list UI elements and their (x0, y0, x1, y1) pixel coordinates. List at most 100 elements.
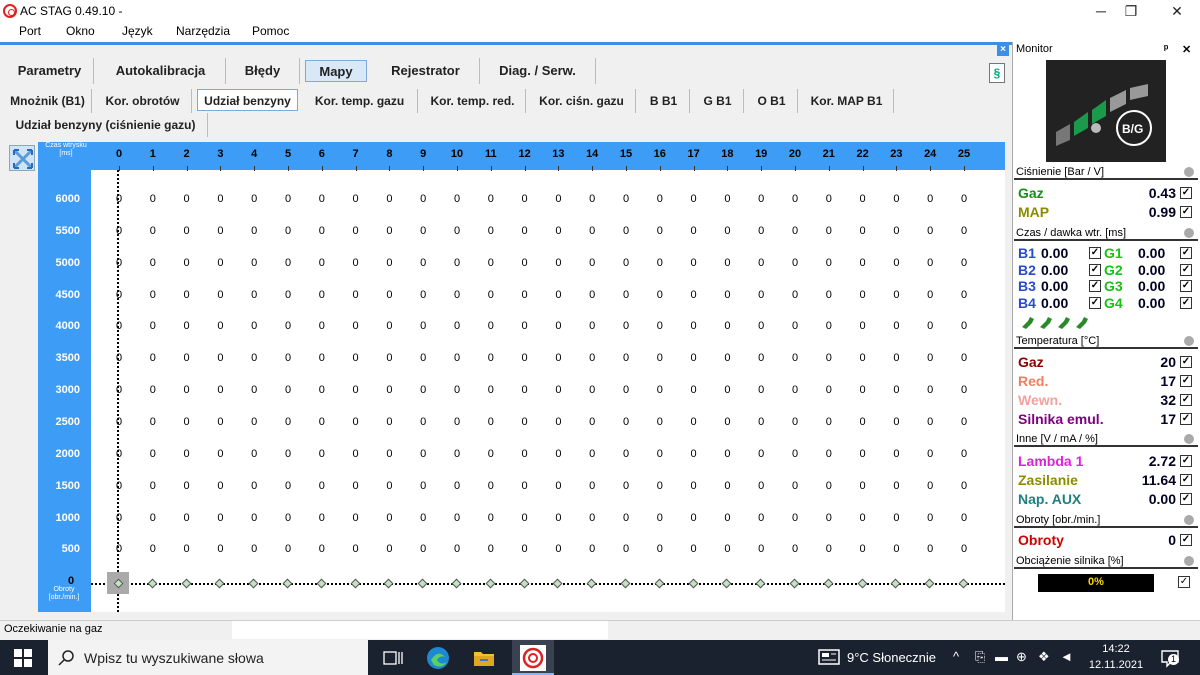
map-cell[interactable]: 0 (382, 543, 396, 555)
map-cell[interactable]: 0 (653, 289, 667, 301)
map-cell[interactable]: 0 (653, 320, 667, 332)
system-tray-icons[interactable]: ^ ⎘ ▬ ⊕ ❖ ◄ (953, 649, 1078, 667)
map-cell[interactable]: 0 (551, 257, 565, 269)
map-cell[interactable]: 0 (889, 448, 903, 460)
map-cell[interactable]: 0 (281, 543, 295, 555)
map-cell[interactable]: 0 (518, 384, 532, 396)
map-cell[interactable]: 0 (822, 512, 836, 524)
map-cell[interactable]: 0 (856, 448, 870, 460)
map-cell[interactable]: 0 (213, 352, 227, 364)
map-cell[interactable]: 0 (281, 448, 295, 460)
map-cell[interactable]: 0 (247, 480, 261, 492)
windows-start-icon[interactable] (14, 649, 32, 667)
tab-kor-obrotow[interactable]: Kor. obrotów (94, 89, 192, 113)
map-cell[interactable]: 0 (653, 512, 667, 524)
tab-g-b1[interactable]: G B1 (692, 89, 744, 113)
rpm-settings-icon[interactable] (1184, 515, 1194, 525)
map-cell[interactable]: 0 (957, 480, 971, 492)
tab-mnoznik[interactable]: Mnożnik (B1) (4, 89, 92, 113)
tab-mapy[interactable]: Mapy (305, 60, 367, 82)
map-cell[interactable]: 0 (889, 384, 903, 396)
map-cell[interactable]: 0 (957, 384, 971, 396)
map-cell[interactable]: 0 (484, 384, 498, 396)
map-cell[interactable]: 0 (484, 193, 498, 205)
map-cell[interactable]: 0 (382, 257, 396, 269)
tab-bledy[interactable]: Błędy (226, 58, 300, 84)
map-cell[interactable]: 0 (281, 320, 295, 332)
map-cell[interactable]: 0 (788, 225, 802, 237)
map-cell[interactable]: 0 (416, 543, 430, 555)
map-cell[interactable]: 0 (889, 512, 903, 524)
map-cell[interactable]: 0 (653, 416, 667, 428)
map-cell[interactable]: 0 (416, 289, 430, 301)
temperature-checkbox[interactable]: ✓ (1180, 356, 1192, 368)
temperature-checkbox[interactable]: ✓ (1180, 413, 1192, 425)
map-cell[interactable]: 0 (247, 543, 261, 555)
map-cell[interactable]: 0 (281, 480, 295, 492)
tab-b-b1[interactable]: B B1 (638, 89, 690, 113)
map-cell[interactable]: 0 (720, 512, 734, 524)
rpm-checkbox[interactable]: ✓ (1180, 534, 1192, 546)
other-checkbox[interactable]: ✓ (1180, 493, 1192, 505)
map-cell[interactable]: 0 (619, 257, 633, 269)
map-cell[interactable]: 0 (315, 352, 329, 364)
tab-udzial-benzyny-cisnienie[interactable]: Udział benzyny (ciśnienie gazu) (4, 113, 208, 137)
map-cell[interactable]: 0 (788, 384, 802, 396)
map-cell[interactable]: 0 (349, 352, 363, 364)
map-cell[interactable]: 0 (416, 257, 430, 269)
map-cell[interactable]: 0 (213, 289, 227, 301)
map-cell[interactable]: 0 (619, 512, 633, 524)
map-cell[interactable]: 0 (281, 512, 295, 524)
other-settings-icon[interactable] (1184, 434, 1194, 444)
map-cell[interactable]: 0 (889, 289, 903, 301)
map-cell[interactable]: 0 (653, 384, 667, 396)
news-widget-icon[interactable] (818, 649, 840, 665)
pressure-settings-icon[interactable] (1184, 167, 1194, 177)
map-cell[interactable]: 0 (788, 448, 802, 460)
help-icon[interactable]: § (989, 63, 1005, 83)
map-cell[interactable]: 0 (585, 289, 599, 301)
map-cell[interactable]: 0 (518, 448, 532, 460)
task-view-icon[interactable] (380, 645, 406, 671)
map-cell[interactable]: 0 (315, 384, 329, 396)
map-cell[interactable]: 0 (619, 416, 633, 428)
map-cell[interactable]: 0 (889, 416, 903, 428)
map-cell[interactable]: 0 (720, 448, 734, 460)
map-cell[interactable]: 0 (247, 320, 261, 332)
map-cell[interactable]: 0 (112, 257, 126, 269)
map-cell[interactable]: 0 (349, 289, 363, 301)
load-settings-icon[interactable] (1184, 556, 1194, 566)
map-cell[interactable]: 0 (754, 225, 768, 237)
map-cell[interactable]: 0 (281, 416, 295, 428)
map-cell[interactable]: 0 (957, 289, 971, 301)
map-cell[interactable]: 0 (889, 352, 903, 364)
map-cell[interactable]: 0 (619, 320, 633, 332)
map-cell[interactable]: 0 (957, 352, 971, 364)
map-cell[interactable]: 0 (889, 480, 903, 492)
other-checkbox[interactable]: ✓ (1180, 474, 1192, 486)
map-cell[interactable]: 0 (146, 225, 160, 237)
map-cell[interactable]: 0 (146, 448, 160, 460)
map-cell[interactable]: 0 (788, 193, 802, 205)
map-cell[interactable]: 0 (585, 320, 599, 332)
map-cell[interactable]: 0 (856, 193, 870, 205)
map-cell[interactable]: 0 (247, 384, 261, 396)
map-cell[interactable]: 0 (754, 289, 768, 301)
map-cell[interactable]: 0 (484, 352, 498, 364)
map-cell[interactable]: 0 (754, 480, 768, 492)
map-cell[interactable]: 0 (619, 289, 633, 301)
map-cell[interactable]: 0 (619, 448, 633, 460)
map-cell[interactable]: 0 (822, 384, 836, 396)
map-cell[interactable]: 0 (484, 416, 498, 428)
map-cell[interactable]: 0 (213, 384, 227, 396)
map-cell[interactable]: 0 (788, 352, 802, 364)
map-cell[interactable]: 0 (551, 193, 565, 205)
map-cell[interactable]: 0 (382, 193, 396, 205)
injection-settings-icon[interactable] (1184, 228, 1194, 238)
map-cell[interactable]: 0 (180, 448, 194, 460)
map-cell[interactable]: 0 (889, 193, 903, 205)
map-cell[interactable]: 0 (856, 416, 870, 428)
map-cell[interactable]: 0 (213, 512, 227, 524)
temperature-checkbox[interactable]: ✓ (1180, 375, 1192, 387)
map-cell[interactable]: 0 (112, 416, 126, 428)
